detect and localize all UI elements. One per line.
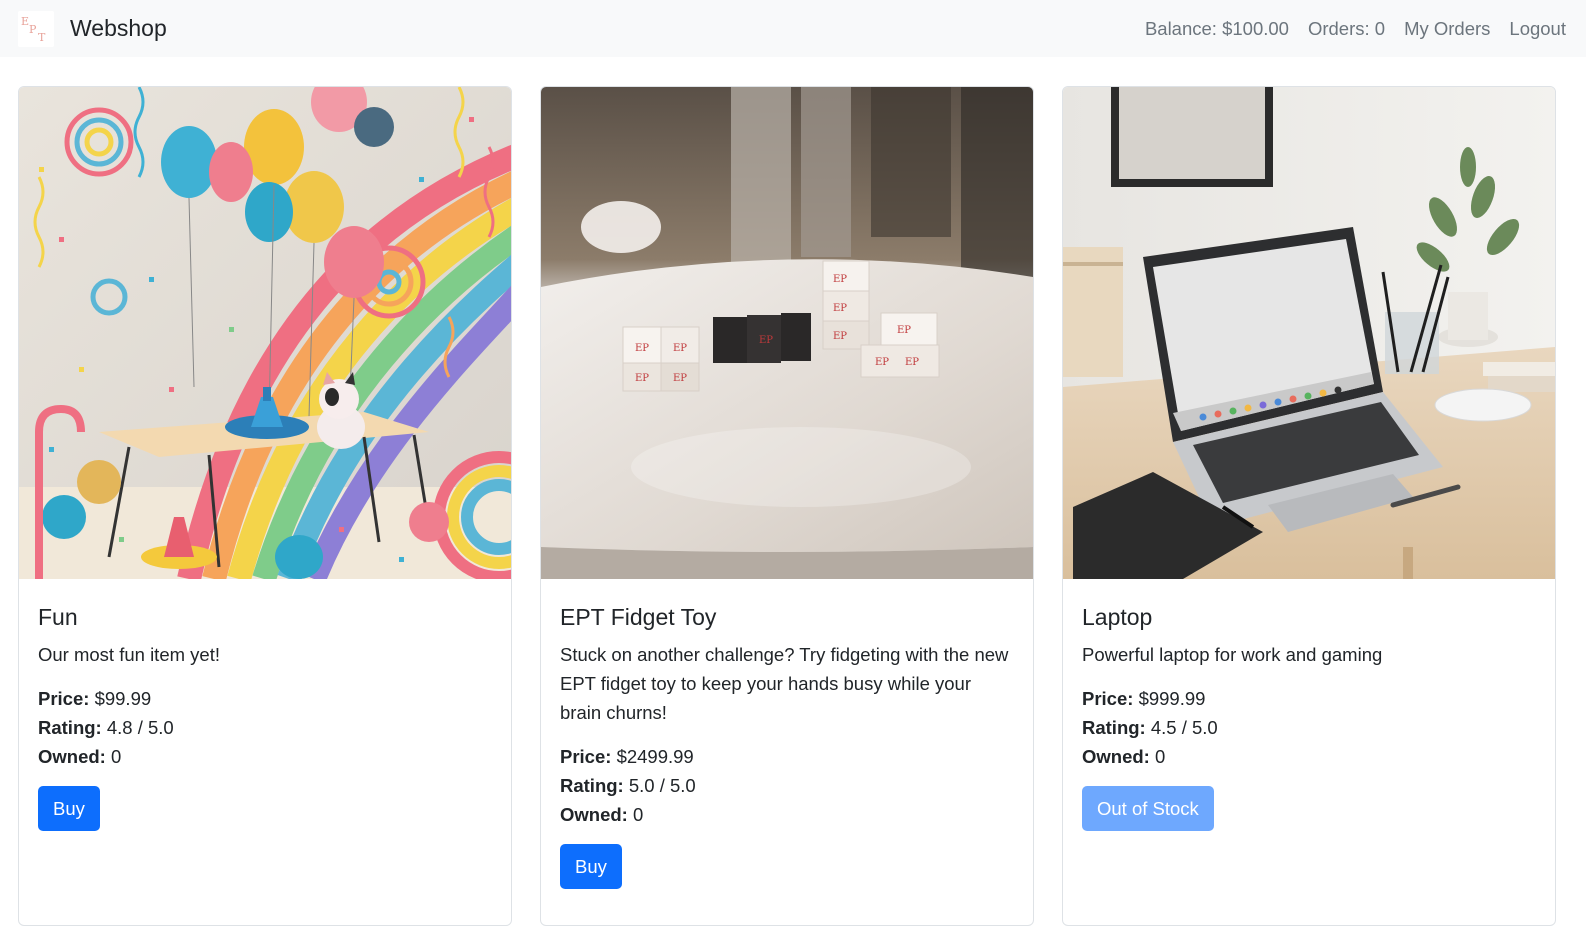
- price-label: Price:: [38, 688, 90, 709]
- rating-row: Rating: 5.0 / 5.0: [560, 771, 1014, 800]
- rating-row: Rating: 4.8 / 5.0: [38, 713, 492, 742]
- product-stats: Price: $2499.99 Rating: 5.0 / 5.0 Owned:…: [560, 742, 1014, 829]
- owned-label: Owned:: [560, 804, 628, 825]
- ept-logo-icon: E P T: [18, 10, 54, 47]
- product-stats: Price: $999.99 Rating: 4.5 / 5.0 Owned: …: [1082, 684, 1536, 771]
- product-title: Laptop: [1082, 604, 1153, 630]
- rating-value: 4.8 / 5.0: [106, 717, 174, 738]
- price-value: $2499.99: [616, 746, 694, 767]
- svg-text:E: E: [21, 15, 29, 28]
- owned-label: Owned:: [38, 746, 106, 767]
- svg-text:P: P: [29, 23, 37, 36]
- price-row: Price: $999.99: [1082, 684, 1536, 713]
- svg-text:T: T: [38, 31, 46, 44]
- owned-label: Owned:: [1082, 746, 1150, 767]
- rating-value: 4.5 / 5.0: [1150, 717, 1218, 738]
- product-stats: Price: $99.99 Rating: 4.8 / 5.0 Owned: 0: [38, 684, 492, 771]
- price-value: $99.99: [94, 688, 152, 709]
- product-image-fidget-toy: EP EP EP EP EP EP EP EP EP EP EP: [541, 87, 1033, 579]
- buy-button[interactable]: Buy: [38, 786, 100, 831]
- svg-text:EP: EP: [833, 303, 847, 314]
- svg-text:EP: EP: [673, 343, 687, 354]
- price-value: $999.99: [1138, 688, 1206, 709]
- product-description: Stuck on another challenge? Try fidgetin…: [560, 644, 1009, 723]
- balance-text: Balance: $100.00: [1144, 17, 1289, 39]
- price-row: Price: $2499.99: [560, 742, 1014, 771]
- my-orders-link[interactable]: My Orders: [1404, 18, 1490, 40]
- card-body: EPT Fidget Toy Stuck on another challeng…: [541, 579, 1033, 909]
- price-label: Price:: [560, 746, 612, 767]
- product-card-fidget-toy: EP EP EP EP EP EP EP EP EP EP EP EPT Fid…: [540, 86, 1034, 926]
- product-description: Our most fun item yet!: [38, 644, 220, 665]
- navbar: E P T Webshop Balance: $100.00 Orders: 0…: [0, 0, 1586, 57]
- owned-row: Owned: 0: [560, 800, 1014, 829]
- nav-right: Balance: $100.00 Orders: 0 My Orders Log…: [1145, 18, 1566, 40]
- rating-row: Rating: 4.5 / 5.0: [1082, 713, 1536, 742]
- product-grid: Fun Our most fun item yet! Price: $99.99…: [18, 86, 1568, 926]
- product-image-fun: [19, 87, 511, 579]
- svg-text:EP: EP: [833, 331, 847, 342]
- product-title: EPT Fidget Toy: [560, 604, 717, 630]
- price-label: Price:: [1082, 688, 1134, 709]
- card-body: Fun Our most fun item yet! Price: $99.99…: [19, 579, 511, 851]
- product-image-laptop: [1063, 87, 1555, 579]
- product-title: Fun: [38, 604, 78, 630]
- out-of-stock-button[interactable]: Out of Stock: [1082, 786, 1214, 831]
- svg-text:EP: EP: [905, 357, 919, 368]
- logout-link[interactable]: Logout: [1509, 18, 1566, 40]
- rating-label: Rating:: [38, 717, 102, 738]
- svg-text:EP: EP: [673, 373, 687, 384]
- owned-value: 0: [110, 746, 122, 767]
- svg-text:EP: EP: [759, 335, 773, 346]
- rating-value: 5.0 / 5.0: [628, 775, 696, 796]
- svg-text:EP: EP: [635, 373, 649, 384]
- svg-text:EP: EP: [875, 357, 889, 368]
- owned-value: 0: [1154, 746, 1166, 767]
- svg-text:EP: EP: [833, 274, 847, 285]
- brand-name[interactable]: Webshop: [70, 15, 167, 42]
- rating-label: Rating:: [560, 775, 624, 796]
- card-body: Laptop Powerful laptop for work and gami…: [1063, 579, 1555, 851]
- owned-value: 0: [632, 804, 644, 825]
- owned-row: Owned: 0: [38, 742, 492, 771]
- rating-label: Rating:: [1082, 717, 1146, 738]
- svg-text:EP: EP: [897, 325, 911, 336]
- owned-row: Owned: 0: [1082, 742, 1536, 771]
- product-description: Powerful laptop for work and gaming: [1082, 644, 1383, 665]
- product-card-fun: Fun Our most fun item yet! Price: $99.99…: [18, 86, 512, 926]
- brand[interactable]: E P T Webshop: [18, 0, 167, 57]
- svg-text:EP: EP: [635, 343, 649, 354]
- product-card-laptop: Laptop Powerful laptop for work and gami…: [1062, 86, 1556, 926]
- price-row: Price: $99.99: [38, 684, 492, 713]
- orders-count: Orders: 0: [1307, 17, 1386, 39]
- buy-button[interactable]: Buy: [560, 844, 622, 889]
